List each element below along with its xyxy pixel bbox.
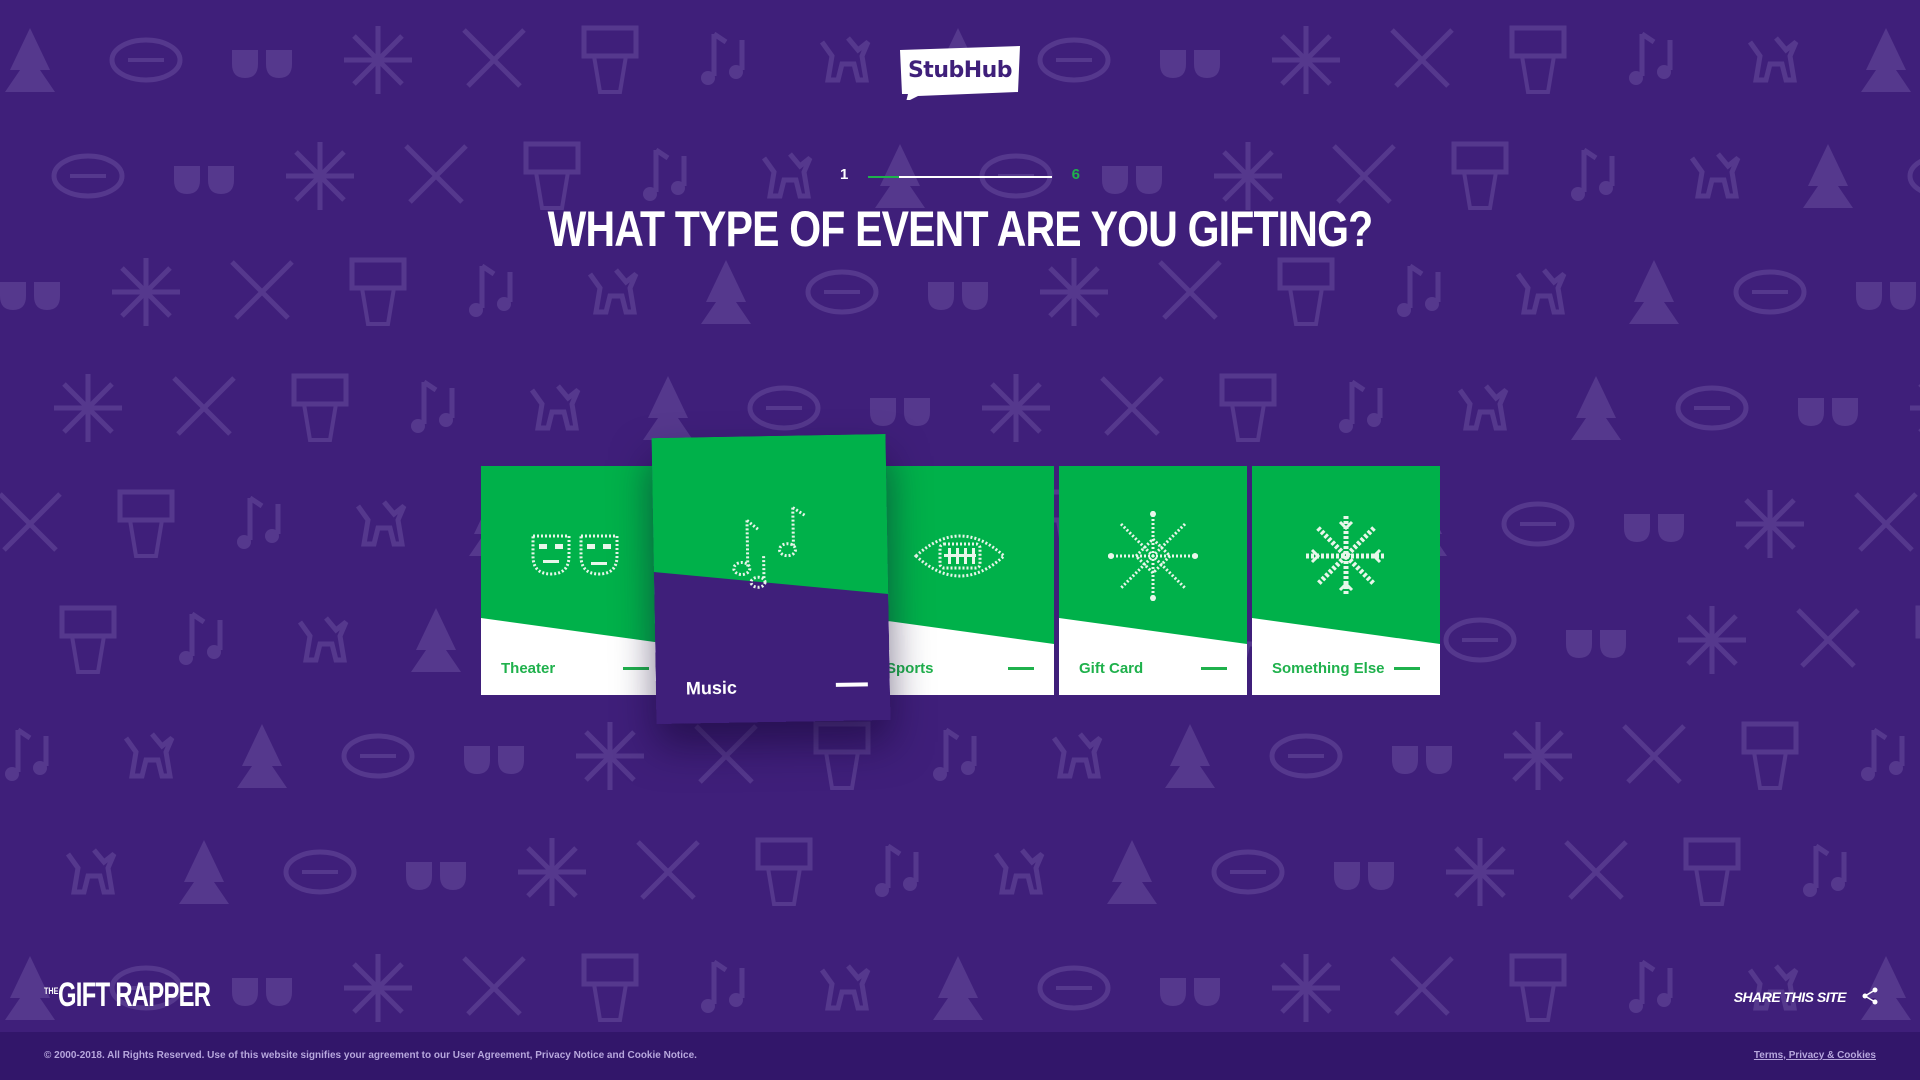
card-dash	[835, 682, 868, 687]
card-dash	[623, 667, 649, 670]
event-card-something-else[interactable]: Something Else	[1252, 466, 1440, 695]
card-label-something-else: Something Else	[1272, 660, 1385, 677]
share-label: SHARE THIS SITE	[1733, 989, 1847, 1005]
card-label-theater: Theater	[501, 660, 556, 677]
terms-privacy-link[interactable]: Terms, Privacy & Cookies	[1754, 1050, 1876, 1061]
event-card-gift-card[interactable]: Gift Card	[1059, 466, 1247, 695]
card-dash	[1394, 667, 1420, 670]
event-card-list: Theater Sports Gift Card Something Else …	[0, 0, 1920, 1080]
share-icon	[1862, 987, 1878, 1005]
brand-prefix: THE	[44, 986, 59, 996]
event-card-sports[interactable]: Sports	[866, 466, 1054, 695]
music-notes-icon	[732, 506, 806, 589]
football-icon	[913, 534, 1007, 578]
footer-legal-text: © 2000-2018. All Rights Reserved. Use of…	[44, 1050, 697, 1061]
event-card-music[interactable]: Music	[651, 433, 891, 725]
snowflake-icon	[1108, 511, 1198, 601]
card-dash	[1008, 667, 1034, 670]
snowflake-icon	[1306, 516, 1386, 596]
card-label-music: Music	[685, 677, 738, 699]
event-card-theater[interactable]: Theater	[481, 466, 669, 695]
theater-masks-icon	[531, 534, 619, 576]
brand-name: GIFT RAPPER	[58, 976, 211, 1014]
card-label-sports: Sports	[886, 660, 934, 677]
card-label-gift-card: Gift Card	[1079, 660, 1144, 677]
card-dash	[1201, 667, 1227, 670]
footer: © 2000-2018. All Rights Reserved. Use of…	[0, 1032, 1920, 1080]
